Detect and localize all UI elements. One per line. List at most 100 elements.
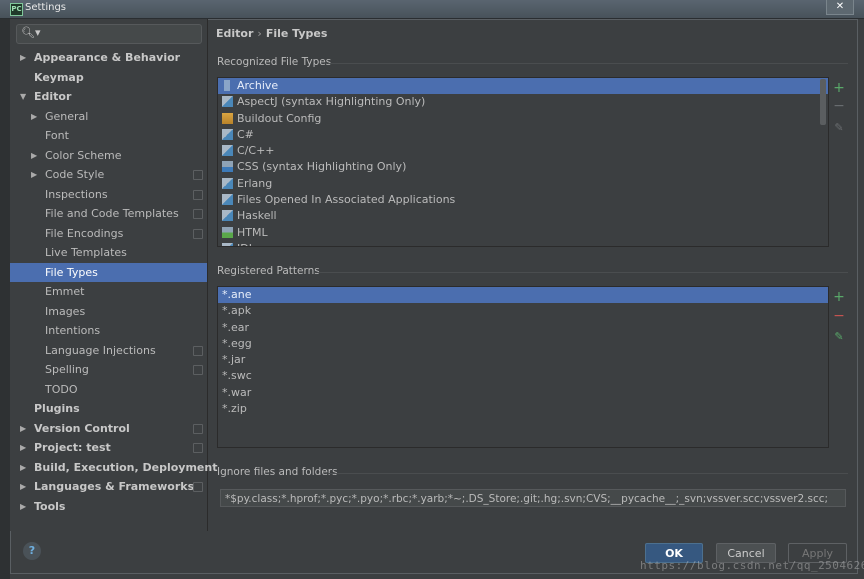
sidebar-item-label: Languages & Frameworks [34, 480, 195, 493]
settings-window: PC Settings ✕ 🔍︎▾ ▶ Appearance & Behavior… [0, 0, 864, 579]
recognized-toolbar: + − ✎ [828, 77, 849, 247]
file-type-row[interactable]: C# [218, 127, 828, 143]
chevron-right-icon[interactable]: ▶ [20, 438, 26, 458]
sidebar-item[interactable]: Spelling [10, 360, 207, 380]
sidebar-item[interactable]: Intentions [10, 321, 207, 341]
sidebar-item-label: Color Scheme [45, 148, 122, 162]
search-input[interactable]: 🔍︎▾ [16, 24, 202, 44]
file-type-icon [222, 96, 233, 108]
sidebar-item[interactable]: ▶ Color Scheme [10, 146, 207, 166]
pattern-label: *.egg [222, 336, 252, 350]
sidebar-item[interactable]: ▶ Tools [10, 497, 207, 517]
file-type-row[interactable]: IDL [218, 241, 828, 246]
sidebar-item[interactable]: ▼ Editor [10, 87, 207, 107]
file-type-row[interactable]: Files Opened In Associated Applications [218, 192, 828, 208]
file-type-label: AspectJ (syntax Highlighting Only) [237, 95, 426, 109]
sidebar-item-label: Live Templates [45, 246, 127, 259]
project-scope-icon [193, 345, 203, 356]
file-type-row[interactable]: HTML [218, 225, 828, 241]
sidebar-item[interactable]: Emmet [10, 282, 207, 302]
config-file-icon [222, 112, 233, 124]
sidebar-item[interactable]: Font [10, 126, 207, 146]
chevron-right-icon[interactable]: ▶ [31, 107, 37, 127]
chevron-right-icon[interactable]: ▶ [20, 497, 26, 517]
sidebar-item[interactable]: File Types [10, 262, 207, 282]
file-type-row[interactable]: CSS (syntax Highlighting Only) [218, 159, 828, 175]
sidebar-item[interactable]: Keymap [10, 68, 207, 88]
pattern-row[interactable]: *.swc [218, 368, 828, 384]
sidebar-item-label: Plugins [34, 402, 80, 415]
sidebar-item[interactable]: Live Templates [10, 243, 207, 263]
chevron-right-icon[interactable]: ▶ [20, 458, 26, 478]
sidebar-item-label: General [45, 109, 89, 123]
pattern-row[interactable]: *.jar [218, 352, 828, 368]
file-type-row[interactable]: AspectJ (syntax Highlighting Only) [218, 94, 828, 110]
recognized-file-types-list[interactable]: Archive AspectJ (syntax Highlighting Only… [217, 77, 829, 247]
remove-file-type-button[interactable]: − [832, 99, 846, 113]
remove-pattern-button[interactable]: − [832, 309, 846, 323]
sidebar-item[interactable]: TODO [10, 380, 207, 400]
file-type-label: Archive [237, 79, 279, 92]
sidebar-item[interactable]: ▶ Project: test [10, 438, 207, 458]
file-type-label: Haskell [237, 209, 277, 223]
file-type-row[interactable]: C/C++ [218, 143, 828, 159]
chevron-right-icon[interactable]: ▶ [31, 146, 37, 166]
add-pattern-button[interactable]: + [832, 290, 846, 304]
sidebar-item-label: Editor [34, 90, 72, 103]
sidebar-item[interactable]: ▶ Appearance & Behavior [10, 48, 207, 68]
file-type-icon [222, 177, 233, 189]
help-button[interactable]: ? [23, 542, 41, 560]
edit-pattern-button[interactable]: ✎ [832, 330, 846, 344]
sidebar-item[interactable]: Images [10, 302, 207, 322]
pattern-row[interactable]: *.war [218, 385, 828, 401]
add-file-type-button[interactable]: + [832, 81, 846, 95]
file-type-label: Files Opened In Associated Applications [237, 193, 456, 207]
pattern-row[interactable]: *.ear [218, 320, 828, 336]
html-file-icon [222, 226, 233, 238]
edit-file-type-button[interactable]: ✎ [832, 121, 846, 135]
sidebar-item[interactable]: ▶ Languages & Frameworks [10, 477, 207, 497]
pattern-row[interactable]: *.zip [218, 401, 828, 417]
file-type-icon [222, 145, 233, 157]
recognized-section-title: Recognized File Types [217, 56, 332, 68]
chevron-down-icon[interactable]: ▼ [20, 87, 26, 107]
sidebar-item-label: Inspections [45, 187, 108, 201]
sidebar-item[interactable]: ▶ Version Control [10, 419, 207, 439]
file-type-row[interactable]: Haskell [218, 208, 828, 224]
file-type-icon [222, 128, 233, 140]
sidebar-item-label: TODO [45, 382, 78, 396]
chevron-right-icon[interactable]: ▶ [31, 165, 37, 185]
chevron-right-icon[interactable]: ▶ [20, 48, 26, 68]
sidebar-item[interactable]: File and Code Templates [10, 204, 207, 224]
chevron-right-icon[interactable]: ▶ [20, 477, 26, 497]
sidebar-item[interactable]: ▶ Code Style [10, 165, 207, 185]
project-scope-icon [193, 228, 203, 239]
sidebar-item[interactable]: Language Injections [10, 341, 207, 361]
sidebar-item[interactable]: Plugins [10, 399, 207, 419]
sidebar-item[interactable]: Inspections [10, 185, 207, 205]
sidebar-item-label: Version Control [34, 421, 130, 435]
pattern-label: *.zip [222, 402, 247, 416]
patterns-toolbar: + − ✎ [828, 286, 849, 446]
pattern-row[interactable]: *.egg [218, 336, 828, 352]
pattern-row[interactable]: *.ane [218, 287, 828, 304]
file-type-row[interactable]: Erlang [218, 176, 828, 192]
chevron-right-icon[interactable]: ▶ [20, 419, 26, 439]
search-icon: 🔍︎▾ [21, 26, 41, 39]
sidebar-item[interactable]: ▶ Build, Execution, Deployment [10, 458, 217, 478]
file-type-label: Erlang [237, 176, 273, 190]
settings-sidebar: 🔍︎▾ ▶ Appearance & Behavior Keymap ▼ Editor ▶… [10, 19, 217, 531]
registered-patterns-list[interactable]: *.ane *.apk *.ear *.egg *.jar *.swc *.war *.zip [217, 286, 829, 448]
file-type-row[interactable]: Archive [218, 78, 828, 95]
ignore-files-input[interactable]: *$py.class;*.hprof;*.pyc;*.pyo;*.rbc;*.y… [220, 489, 846, 507]
sidebar-item[interactable]: File Encodings [10, 224, 207, 244]
file-type-row[interactable]: Buildout Config [218, 111, 828, 127]
pattern-row[interactable]: *.apk [218, 303, 828, 319]
project-scope-icon [193, 365, 203, 375]
sidebar-item[interactable]: ▶ General [10, 107, 207, 127]
project-scope-icon [193, 170, 203, 180]
recognized-scrollbar[interactable] [820, 79, 826, 125]
watermark-text: https://blog.csdn.net/qq_25046261 [640, 559, 864, 572]
breadcrumb-parent[interactable]: Editor [216, 27, 253, 40]
close-button[interactable]: ✕ [826, 0, 854, 15]
